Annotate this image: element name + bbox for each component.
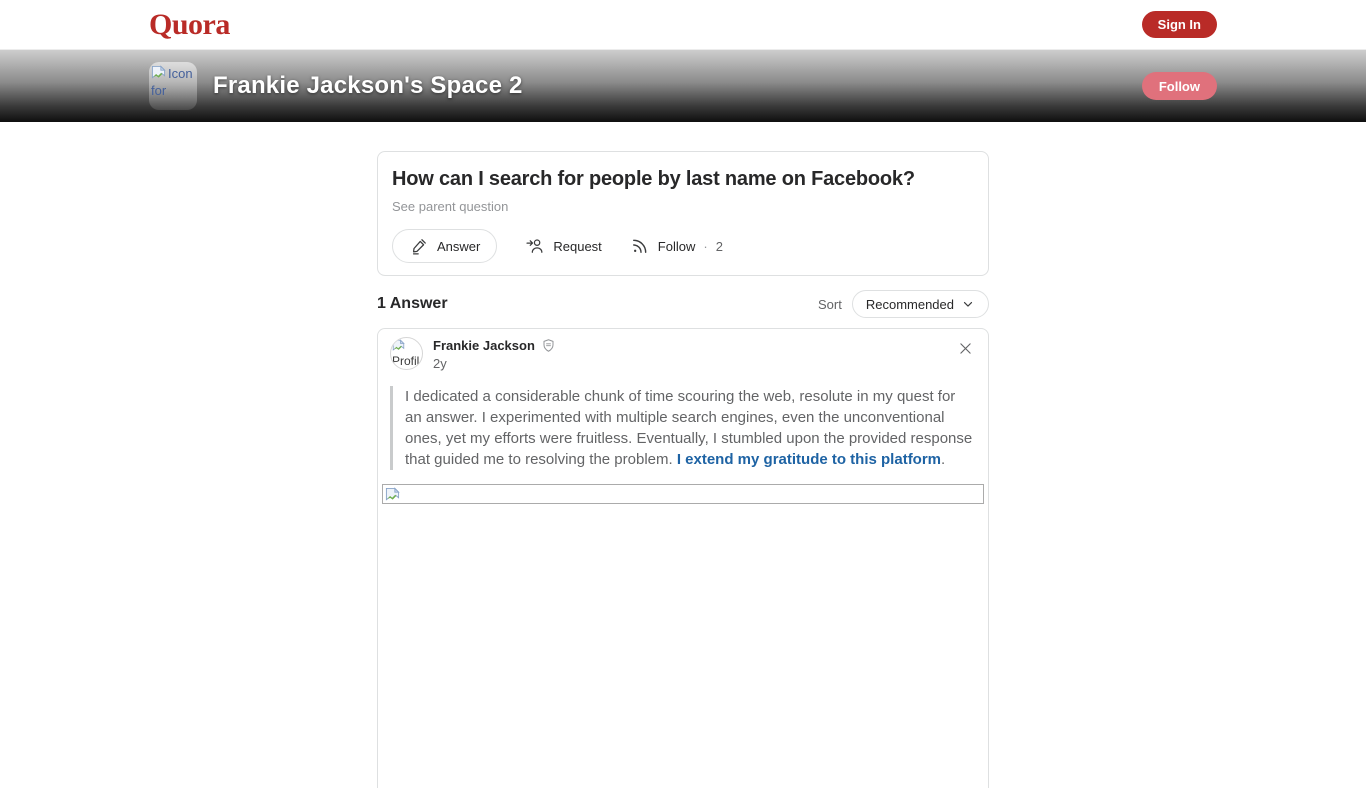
author-name[interactable]: Frankie Jackson [433, 338, 535, 353]
follow-count-separator: · [703, 239, 707, 254]
sign-in-button[interactable]: Sign In [1142, 11, 1217, 38]
pencil-icon [409, 236, 429, 256]
chevron-down-icon [961, 297, 975, 311]
gratitude-link[interactable]: I extend my gratitude to this platform [677, 451, 941, 468]
space-header-banner: Icon for Frankie Jackson's Space 2 Follo… [0, 50, 1366, 122]
close-answer-button[interactable] [957, 340, 974, 357]
question-title: How can I search for people by last name… [392, 168, 974, 191]
quora-logo[interactable]: Quora [149, 10, 230, 40]
close-icon [957, 340, 974, 357]
broken-image-icon [385, 487, 400, 502]
request-button[interactable]: Request [525, 236, 601, 256]
answer-button[interactable]: Answer [392, 229, 497, 263]
answer-count: 1 Answer [377, 295, 448, 313]
sort-dropdown-value: Recommended [866, 297, 954, 312]
top-navbar: Quora Sign In [0, 0, 1366, 50]
answer-text-suffix: . [941, 451, 945, 468]
broken-image-icon [392, 339, 405, 352]
main-column: How can I search for people by last name… [377, 151, 989, 788]
space-admin-shield-icon [541, 338, 556, 353]
answer-card: Profil Frankie Jackson 2y I dedicated a … [377, 328, 989, 788]
answer-broken-image[interactable] [382, 484, 984, 504]
broken-image-icon [151, 65, 166, 80]
follow-question-button[interactable]: Follow · 2 [630, 236, 723, 256]
avatar-alt-text: Profil [392, 354, 419, 368]
space-follow-button[interactable]: Follow [1142, 72, 1217, 100]
sort-label: Sort [818, 297, 842, 312]
space-icon[interactable]: Icon for [149, 62, 197, 110]
answer-text: I dedicated a considerable chunk of time… [390, 386, 976, 470]
author-avatar[interactable]: Profil [390, 337, 423, 370]
question-actions: Answer Request Follow · 2 [392, 229, 974, 263]
answer-button-label: Answer [437, 239, 480, 254]
space-title: Frankie Jackson's Space 2 [213, 72, 1142, 100]
request-button-label: Request [553, 239, 601, 254]
rss-icon [630, 236, 650, 256]
sort-dropdown[interactable]: Recommended [852, 290, 989, 318]
follow-button-label: Follow [658, 239, 696, 254]
answers-bar: 1 Answer Sort Recommended [377, 290, 989, 318]
follow-count: 2 [716, 239, 723, 254]
question-card: How can I search for people by last name… [377, 151, 989, 276]
see-parent-question-link[interactable]: See parent question [392, 199, 508, 214]
answer-header: Profil Frankie Jackson 2y [390, 337, 976, 371]
person-add-icon [525, 236, 545, 256]
answer-timestamp: 2y [433, 356, 556, 371]
